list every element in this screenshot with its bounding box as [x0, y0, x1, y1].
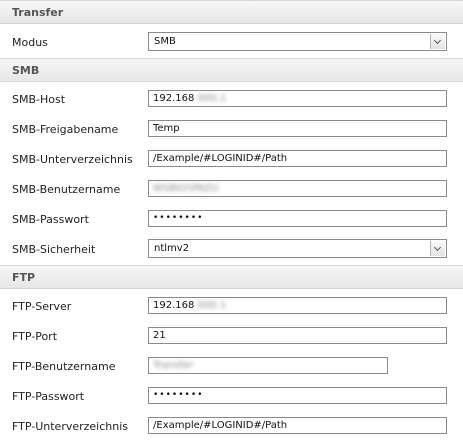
section-title-transfer: Transfer: [12, 6, 64, 19]
smb-security-select[interactable]: ntlmv2: [148, 239, 447, 258]
ftp-subdir-input[interactable]: /Example/#LOGINID#/Path: [148, 417, 447, 434]
section-title-ftp: FTP: [12, 271, 36, 284]
label-ftp-user: FTP-Benutzername: [12, 360, 116, 373]
label-smb-host: SMB-Host: [12, 93, 66, 106]
ftp-server-value: 192.168: [153, 300, 195, 311]
section-header-transfer: Transfer: [0, 0, 463, 24]
row-smb-host: SMB-Host 192.168 000.1: [0, 85, 463, 115]
row-smb-password: SMB-Passwort ••••••••: [0, 205, 463, 235]
section-title-smb: SMB: [12, 64, 40, 77]
ftp-user-obscured: Transfer: [153, 360, 194, 371]
smb-user-obscured: WSB02\PAZU: [153, 183, 219, 194]
row-smb-share: SMB-Freigabename Temp: [0, 115, 463, 145]
smb-host-input[interactable]: 192.168 000.1: [148, 90, 447, 107]
chevron-down-icon[interactable]: [430, 241, 445, 256]
section-header-ftp: FTP: [0, 265, 463, 289]
row-smb-security: SMB-Sicherheit ntlmv2: [0, 235, 463, 265]
ftp-user-input[interactable]: Transfer: [148, 357, 388, 374]
label-ftp-server: FTP-Server: [12, 300, 72, 313]
label-smb-subdir: SMB-Unterverzeichnis: [12, 153, 133, 166]
ftp-port-input[interactable]: 21: [148, 327, 447, 344]
modus-select-value: SMB: [154, 36, 176, 47]
row-smb-user: SMB-Benutzername WSB02\PAZU: [0, 175, 463, 205]
row-ftp-port: FTP-Port 21: [0, 322, 463, 352]
row-modus: Modus SMB: [0, 28, 463, 58]
row-ftp-user: FTP-Benutzername Transfer: [0, 352, 463, 382]
smb-host-obscured: 000.1: [197, 93, 227, 104]
label-smb-user: SMB-Benutzername: [12, 183, 121, 196]
label-ftp-password: FTP-Passwort: [12, 390, 85, 403]
ftp-server-input[interactable]: 192.168 000.1: [148, 297, 447, 314]
row-ftp-subdir: FTP-Unterverzeichnis /Example/#LOGINID#/…: [0, 412, 463, 442]
smb-host-value: 192.168: [153, 93, 195, 104]
label-ftp-port: FTP-Port: [12, 330, 58, 343]
label-ftp-subdir: FTP-Unterverzeichnis: [12, 420, 129, 433]
row-ftp-server: FTP-Server 192.168 000.1: [0, 292, 463, 322]
ftp-server-obscured: 000.1: [197, 300, 227, 311]
label-smb-security: SMB-Sicherheit: [12, 243, 96, 256]
smb-subdir-input[interactable]: /Example/#LOGINID#/Path: [148, 150, 447, 167]
section-header-smb: SMB: [0, 58, 463, 82]
transfer-settings-form: Transfer Modus SMB SMB SMB-Host 192.168 …: [0, 0, 463, 442]
label-modus: Modus: [12, 36, 48, 49]
smb-share-input[interactable]: Temp: [148, 120, 447, 137]
chevron-down-icon[interactable]: [430, 34, 445, 49]
ftp-password-input[interactable]: ••••••••: [148, 387, 447, 404]
row-smb-subdir: SMB-Unterverzeichnis /Example/#LOGINID#/…: [0, 145, 463, 175]
label-smb-password: SMB-Passwort: [12, 213, 89, 226]
smb-security-value: ntlmv2: [154, 243, 190, 254]
smb-user-input[interactable]: WSB02\PAZU: [148, 180, 447, 197]
label-smb-share: SMB-Freigabename: [12, 123, 119, 136]
smb-password-input[interactable]: ••••••••: [148, 210, 447, 227]
row-ftp-password: FTP-Passwort ••••••••: [0, 382, 463, 412]
modus-select[interactable]: SMB: [148, 32, 447, 51]
